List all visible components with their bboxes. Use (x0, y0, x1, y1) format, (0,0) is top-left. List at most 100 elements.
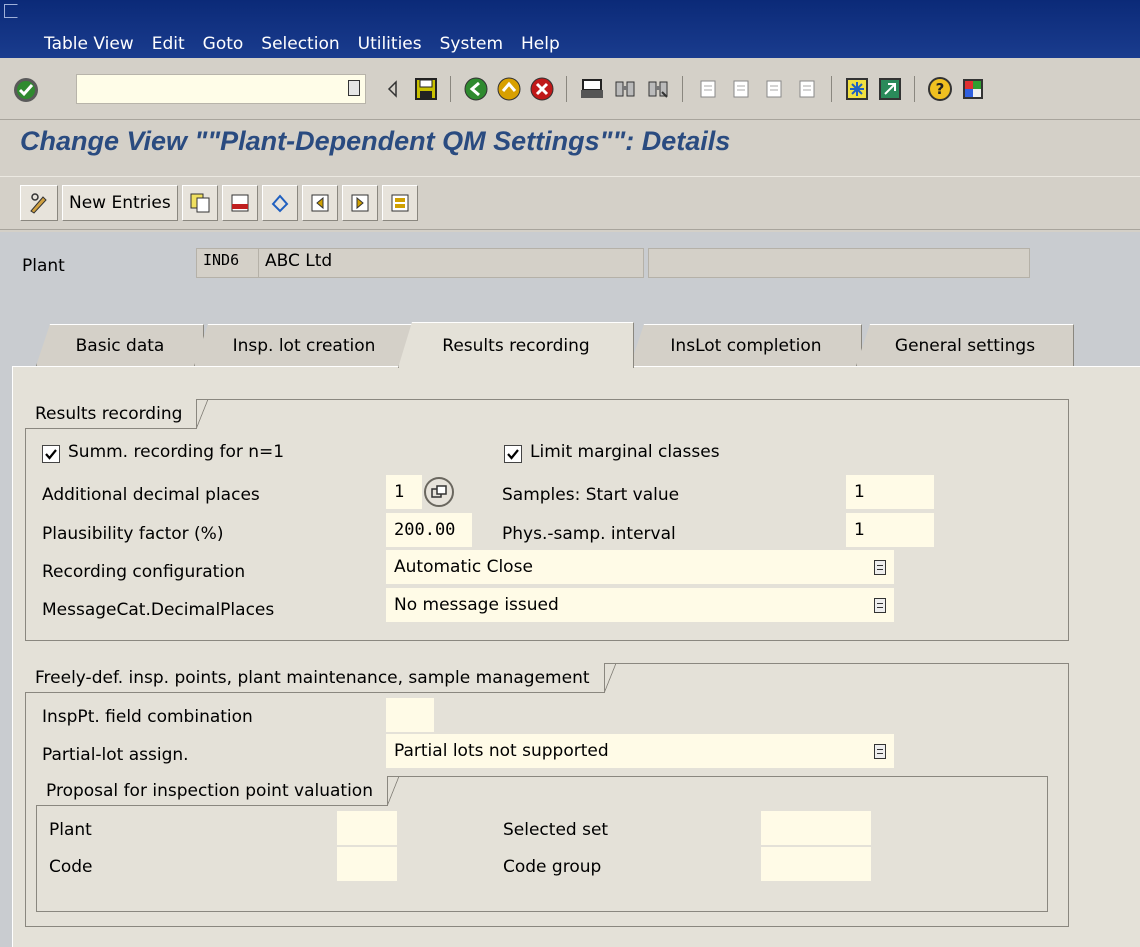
check-icon (507, 449, 519, 460)
new-entries-button[interactable]: New Entries (62, 185, 178, 221)
tab-general-settings[interactable]: General settings (856, 324, 1074, 366)
print-icon[interactable] (577, 74, 607, 104)
tab-label: Results recording (442, 335, 590, 356)
application-toolbar: New Entries (0, 176, 1140, 230)
command-field[interactable] (76, 74, 366, 104)
recording-config-value: Automatic Close (394, 557, 533, 577)
delete-button[interactable] (221, 185, 258, 221)
menu-items: Table View Edit Goto Selection Utilities Syst… (44, 34, 560, 54)
save-icon[interactable] (411, 74, 441, 104)
plausibility-label: Plausibility factor (%) (42, 524, 224, 544)
last-page-icon[interactable] (792, 74, 822, 104)
dropdown-icon[interactable] (874, 598, 886, 613)
find-next-icon[interactable] (643, 74, 673, 104)
display-change-button[interactable] (20, 185, 58, 221)
add-decimal-input[interactable]: 1 (386, 475, 422, 509)
dropdown-icon[interactable] (874, 560, 886, 575)
window-menu-icon[interactable] (4, 4, 18, 18)
toolbar-separator (831, 76, 832, 102)
previous-entry-icon (311, 194, 329, 212)
customize-layout-icon[interactable] (958, 74, 988, 104)
code-input[interactable] (337, 847, 397, 881)
collapse-toolbar-icon[interactable] (378, 74, 408, 104)
dropdown-icon[interactable] (874, 744, 886, 759)
field-combination-label: InspPt. field combination (42, 707, 253, 727)
msgcat-label: MessageCat.DecimalPlaces (42, 600, 275, 620)
menu-item-goto[interactable]: Goto (203, 34, 244, 54)
menu-item-help[interactable]: Help (521, 34, 560, 54)
tab-panel-results-recording: Results recording Summ. recording for n=… (12, 366, 1140, 947)
menu-bar: Table View Edit Goto Selection Utilities Syst… (0, 0, 1140, 58)
next-entry-icon (351, 194, 369, 212)
field-combination-input[interactable] (386, 698, 434, 732)
value-help-button[interactable] (424, 477, 454, 507)
menu-item-utilities[interactable]: Utilities (358, 34, 422, 54)
new-entries-label: New Entries (69, 193, 171, 213)
tab-results-recording[interactable]: Results recording (398, 322, 634, 368)
undo-change-button[interactable] (261, 185, 298, 221)
samples-start-input[interactable]: 1 (846, 475, 934, 509)
group-title: Results recording (25, 399, 209, 429)
copy-icon (190, 193, 210, 213)
summ-recording-checkbox[interactable] (42, 445, 60, 463)
select-all-button[interactable] (381, 185, 418, 221)
toolbar-separator (914, 76, 915, 102)
phys-samp-label: Phys.-samp. interval (502, 524, 676, 544)
proposal-group: Proposal for inspection point valuation … (36, 776, 1048, 912)
content-area: Plant IND6 ABC Ltd Basic data Insp. lot … (0, 232, 1140, 947)
tab-basic-data[interactable]: Basic data (36, 324, 204, 366)
recording-config-select[interactable]: Automatic Close (386, 550, 894, 584)
plant-label: Plant (22, 256, 65, 276)
previous-page-icon[interactable] (726, 74, 756, 104)
copy-as-button[interactable] (181, 185, 218, 221)
phys-samp-input[interactable]: 1 (846, 513, 934, 547)
next-page-icon[interactable] (759, 74, 789, 104)
add-decimal-label: Additional decimal places (42, 485, 260, 505)
menu-item-edit[interactable]: Edit (152, 34, 185, 54)
msgcat-select[interactable]: No message issued (386, 588, 894, 622)
limit-marginal-checkbox[interactable] (504, 445, 522, 463)
cancel-icon[interactable] (527, 74, 557, 104)
menu-item-table-view[interactable]: Table View (44, 34, 134, 54)
tab-inslot-completion[interactable]: InsLot completion (630, 324, 862, 366)
tab-label: Basic data (75, 335, 165, 356)
pencil-glasses-icon (30, 193, 47, 214)
summ-recording-label: Summ. recording for n=1 (68, 442, 285, 462)
standard-toolbar-icons: ? (378, 74, 991, 104)
partial-lot-label: Partial-lot assign. (42, 745, 189, 765)
code-group-label: Code group (503, 857, 602, 877)
tab-label: Insp. lot creation (232, 335, 376, 356)
samples-start-value: 1 (854, 482, 865, 502)
previous-entry-button[interactable] (301, 185, 338, 221)
group-title: Proposal for inspection point valuation (36, 776, 399, 806)
menu-item-selection[interactable]: Selection (261, 34, 339, 54)
svg-text:?: ? (936, 80, 945, 98)
phys-samp-value: 1 (854, 520, 865, 540)
partial-lot-select[interactable]: Partial lots not supported (386, 734, 894, 768)
results-recording-group: Results recording Summ. recording for n=… (25, 399, 1069, 641)
back-icon[interactable] (461, 74, 491, 104)
create-session-icon[interactable] (842, 74, 872, 104)
shortcut-icon[interactable] (875, 74, 905, 104)
select-all-icon (391, 194, 409, 212)
find-icon[interactable] (610, 74, 640, 104)
code-label: Code (49, 857, 93, 877)
help-icon[interactable]: ? (925, 74, 955, 104)
plausibility-input[interactable]: 200.00 (386, 513, 472, 547)
menu-item-system[interactable]: System (440, 34, 503, 54)
exit-icon[interactable] (494, 74, 524, 104)
enter-icon[interactable] (10, 74, 42, 106)
selected-set-input[interactable] (761, 811, 871, 845)
proposal-plant-input[interactable] (337, 811, 397, 845)
insp-points-group: Freely-def. insp. points, plant maintena… (25, 663, 1069, 927)
limit-marginal-label: Limit marginal classes (530, 442, 720, 462)
standard-toolbar: ? (0, 58, 1140, 120)
add-decimal-value: 1 (394, 482, 405, 502)
code-group-input[interactable] (761, 847, 871, 881)
samples-start-label: Samples: Start value (502, 485, 680, 505)
next-entry-button[interactable] (341, 185, 378, 221)
tab-insp-lot-creation[interactable]: Insp. lot creation (194, 324, 414, 366)
first-page-icon[interactable] (693, 74, 723, 104)
value-help-icon (431, 485, 447, 498)
partial-lot-value: Partial lots not supported (394, 741, 609, 761)
